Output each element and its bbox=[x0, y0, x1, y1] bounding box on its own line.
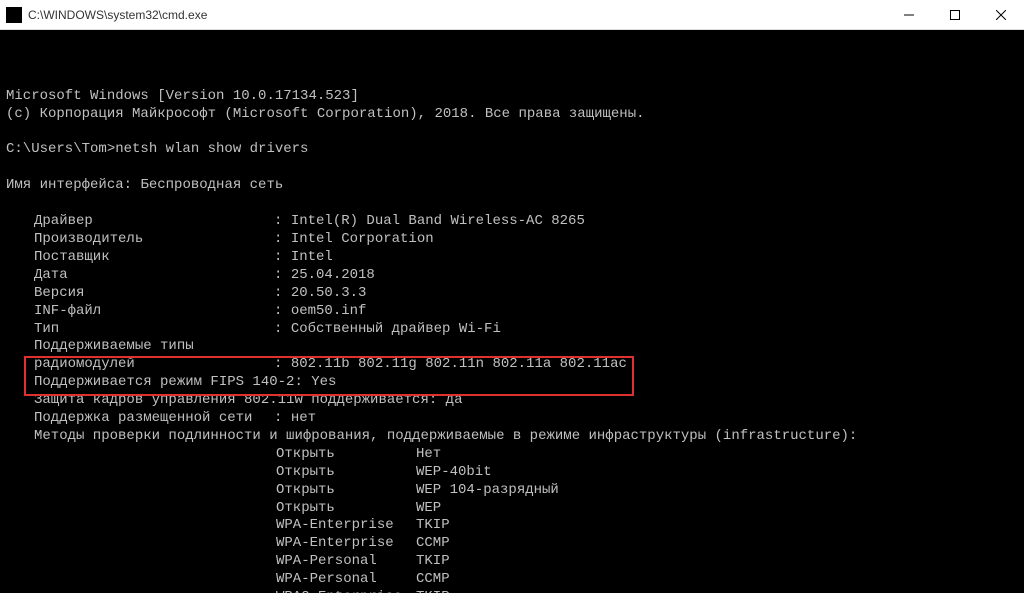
close-icon bbox=[996, 10, 1006, 20]
prompt-line: C:\Users\Tom>netsh wlan show drivers bbox=[6, 141, 308, 157]
auth-method-row: WPA-PersonalCCMP bbox=[6, 571, 450, 587]
window-controls bbox=[886, 0, 1024, 29]
driver-row: Поставщик: Intel bbox=[6, 249, 333, 265]
header-line-2: (c) Корпорация Майкрософт (Microsoft Cor… bbox=[6, 106, 645, 122]
auth-header-row: Методы проверки подлинности и шифрования… bbox=[6, 428, 857, 444]
driver-row: INF-файл: oem50.inf bbox=[6, 303, 366, 319]
close-button[interactable] bbox=[978, 0, 1024, 29]
driver-row: Дата: 25.04.2018 bbox=[6, 267, 375, 283]
auth-method-row: WPA2-EnterpriseTKIP bbox=[6, 589, 450, 593]
auth-method-row: WPA-PersonalTKIP bbox=[6, 553, 450, 569]
radio-types-row-2: радиомодулей: 802.11b 802.11g 802.11n 80… bbox=[6, 356, 627, 372]
fips-row: Поддерживается режим FIPS 140-2: Yes bbox=[6, 374, 336, 390]
header-line-1: Microsoft Windows [Version 10.0.17134.52… bbox=[6, 88, 359, 104]
driver-row: Драйвер: Intel(R) Dual Band Wireless-AC … bbox=[6, 213, 585, 229]
auth-method-row: WPA-EnterpriseTKIP bbox=[6, 517, 450, 533]
window-title: C:\WINDOWS\system32\cmd.exe bbox=[28, 8, 207, 22]
titlebar: C:\WINDOWS\system32\cmd.exe bbox=[0, 0, 1024, 30]
maximize-icon bbox=[950, 10, 960, 20]
terminal-output[interactable]: Microsoft Windows [Version 10.0.17134.52… bbox=[0, 30, 1024, 593]
auth-method-row: ОткрытьWEP-40bit bbox=[6, 464, 492, 480]
prompt-command: netsh wlan show drivers bbox=[115, 141, 308, 157]
auth-method-row: ОткрытьWEP 104-разрядный bbox=[6, 482, 559, 498]
cmd-window: C:\WINDOWS\system32\cmd.exe Microsoft Wi… bbox=[0, 0, 1024, 593]
driver-row: Версия: 20.50.3.3 bbox=[6, 285, 366, 301]
prompt-path: C:\Users\Tom> bbox=[6, 141, 115, 157]
minimize-button[interactable] bbox=[886, 0, 932, 29]
minimize-icon bbox=[904, 10, 914, 20]
driver-row: Тип: Собственный драйвер Wi-Fi bbox=[6, 321, 501, 337]
radio-types-row-1: Поддерживаемые типы bbox=[6, 338, 274, 354]
terminal-content: Microsoft Windows [Version 10.0.17134.52… bbox=[6, 70, 1018, 593]
interface-line: Имя интерфейса: Беспроводная сеть bbox=[6, 177, 283, 193]
titlebar-left: C:\WINDOWS\system32\cmd.exe bbox=[0, 7, 207, 23]
driver-row: Производитель: Intel Corporation bbox=[6, 231, 434, 247]
hosted-net-row: Поддержка размещенной сети: нет bbox=[6, 410, 316, 426]
mgmt-frames-row: Защита кадров управления 802.11w поддерж… bbox=[6, 392, 462, 408]
maximize-button[interactable] bbox=[932, 0, 978, 29]
auth-method-row: ОткрытьНет bbox=[6, 446, 441, 462]
auth-method-row: ОткрытьWEP bbox=[6, 500, 441, 516]
cmd-icon bbox=[6, 7, 22, 23]
auth-method-row: WPA-EnterpriseCCMP bbox=[6, 535, 450, 551]
